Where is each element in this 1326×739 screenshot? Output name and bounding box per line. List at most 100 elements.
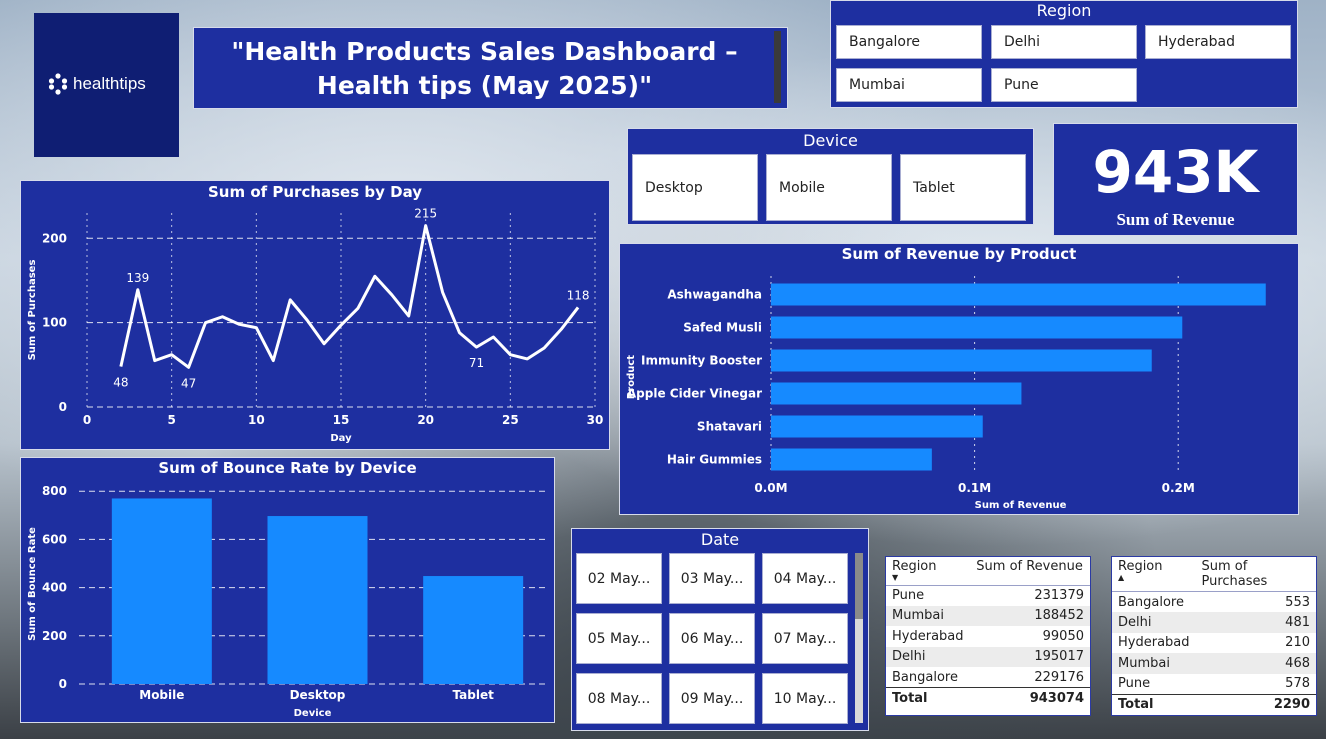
y-tick-label: Hair Gummies	[667, 453, 762, 467]
column-header-region[interactable]: Region ▲	[1112, 557, 1196, 592]
region-option[interactable]: Hyderabad	[1145, 25, 1291, 59]
data-label: 215	[414, 207, 437, 221]
scrollbar-thumb[interactable]	[855, 553, 863, 619]
sort-desc-icon: ▼	[892, 573, 899, 582]
region-option[interactable]: Bangalore	[836, 25, 982, 59]
y-axis-label: Product	[626, 355, 637, 399]
column-header-region[interactable]: Region ▼	[886, 557, 971, 586]
column-header-purchases[interactable]: Sum of Purchases	[1195, 557, 1316, 592]
bar	[771, 283, 1266, 306]
date-option[interactable]: 04 May...	[762, 553, 848, 604]
date-option[interactable]: 10 May...	[762, 673, 848, 724]
table-total-row: Total 943074	[886, 687, 1090, 708]
date-option[interactable]: 03 May...	[669, 553, 755, 604]
healthtips-logo: healthtips	[48, 73, 146, 95]
logo-panel: healthtips	[34, 13, 179, 157]
date-option[interactable]: 02 May...	[576, 553, 662, 604]
date-slicer-title: Date	[700, 530, 740, 549]
bar	[771, 448, 932, 471]
y-tick-label: Immunity Booster	[641, 354, 762, 368]
region-slicer-title: Region	[1036, 1, 1092, 20]
purchases-by-day-chart: Sum of Purchases by Day 0 100 200 0 5 10 15 20 2…	[20, 180, 610, 450]
bounce-rate-by-device-chart: Sum of Bounce Rate by Device 0 200 400 600 8…	[20, 457, 555, 723]
data-label: 139	[126, 271, 149, 285]
bar	[771, 382, 1022, 405]
data-label: 47	[181, 376, 196, 390]
date-option[interactable]: 08 May...	[576, 673, 662, 724]
y-tick-label: Ashwagandha	[667, 288, 762, 302]
y-axis-label: Sum of Purchases	[27, 260, 38, 361]
device-option[interactable]: Tablet	[900, 154, 1026, 221]
date-slicer-scrollbar[interactable]	[855, 553, 863, 723]
device-slicer: Device Desktop Mobile Tablet	[627, 128, 1034, 225]
table-row: Hyderabad 99050	[892, 628, 1084, 644]
x-tick-label: 5	[167, 413, 175, 427]
region-option[interactable]: Pune	[991, 68, 1137, 102]
x-tick-label: 0.2M	[1162, 481, 1195, 495]
y-tick-label: Safed Musli	[683, 321, 762, 335]
table-row: Pune 231379	[892, 588, 1084, 603]
revenue-by-product-chart: Sum of Revenue by Product 0.0M 0.1M 0.2M As…	[619, 243, 1299, 515]
x-tick-label: 25	[502, 413, 519, 427]
y-tick-label: 400	[42, 581, 67, 595]
table-row: Bangalore 229176	[892, 669, 1084, 685]
logo-text: healthtips	[73, 74, 146, 93]
table-row: Delhi 195017	[886, 646, 1090, 667]
bar	[111, 498, 212, 684]
x-axis-label: Sum of Revenue	[975, 500, 1067, 511]
column-header-revenue[interactable]: Sum of Revenue	[970, 557, 1090, 586]
device-option[interactable]: Desktop	[632, 154, 758, 221]
table-row: Mumbai 188452	[886, 605, 1090, 626]
kpi-value: 943K	[1092, 138, 1259, 206]
device-option[interactable]: Mobile	[766, 154, 892, 221]
date-option[interactable]: 06 May...	[669, 613, 755, 664]
x-tick-label: Mobile	[139, 688, 184, 702]
y-tick-label: 100	[42, 316, 67, 330]
bar	[267, 516, 368, 684]
y-tick-label: 600	[42, 532, 67, 546]
data-label: 48	[113, 376, 128, 390]
data-label: 71	[469, 356, 484, 370]
y-tick-label: 200	[42, 231, 67, 245]
hbar-chart-svg: 0.0M 0.1M 0.2M Ashwagandha Safed Musli Immuni…	[626, 276, 1266, 511]
x-tick-label: 0.0M	[754, 481, 787, 495]
revenue-kpi-card: 943K Sum of Revenue	[1053, 123, 1298, 236]
y-tick-label: Shatavari	[697, 420, 762, 434]
page-title: "Health Products Sales Dashboard – Healt…	[231, 37, 738, 100]
x-axis-label: Day	[330, 433, 352, 444]
region-option[interactable]: Mumbai	[836, 68, 982, 102]
device-slicer-title: Device	[803, 131, 858, 150]
table-row: Pune 578	[1118, 676, 1310, 691]
y-tick-label: 800	[42, 484, 67, 498]
revenue-by-region-table: Region ▼ Sum of Revenue Pune 231379 Mumba…	[885, 556, 1091, 716]
x-tick-label: 30	[587, 413, 604, 427]
table-row: Mumbai 468	[1112, 653, 1316, 674]
x-axis-label: Device	[294, 708, 332, 719]
sort-asc-icon: ▲	[1118, 573, 1125, 582]
date-option[interactable]: 05 May...	[576, 613, 662, 664]
bar	[423, 576, 524, 684]
title-scrollbar[interactable]	[774, 31, 781, 103]
y-tick-label: 0	[59, 400, 67, 414]
date-slicer: Date 02 May... 03 May... 04 May... 05 Ma…	[571, 528, 869, 731]
bar	[771, 349, 1152, 372]
purchases-by-region-table: Region ▲ Sum of Purchases Bangalore 553 D…	[1111, 556, 1317, 716]
column-chart-svg: 0 200 400 600 800 Mobile Desktop Tablet Device Su…	[27, 484, 546, 719]
x-tick-label: 15	[333, 413, 350, 427]
table-row: Bangalore 553	[1118, 594, 1310, 610]
date-option[interactable]: 09 May...	[669, 673, 755, 724]
y-tick-label: Apple Cider Vinegar	[627, 387, 762, 401]
y-tick-label: 200	[42, 629, 67, 643]
x-tick-label: Desktop	[290, 688, 346, 702]
date-option[interactable]: 07 May...	[762, 613, 848, 664]
bar	[771, 316, 1183, 339]
x-tick-label: 0	[83, 413, 91, 427]
x-tick-label: 20	[417, 413, 434, 427]
x-tick-label: Tablet	[453, 688, 495, 702]
series-line	[119, 224, 580, 369]
region-option[interactable]: Delhi	[991, 25, 1137, 59]
y-axis-label: Sum of Bounce Rate	[27, 527, 38, 641]
bar	[771, 415, 983, 438]
x-tick-label: 10	[248, 413, 265, 427]
table-row: Hyderabad 210	[1118, 635, 1310, 651]
